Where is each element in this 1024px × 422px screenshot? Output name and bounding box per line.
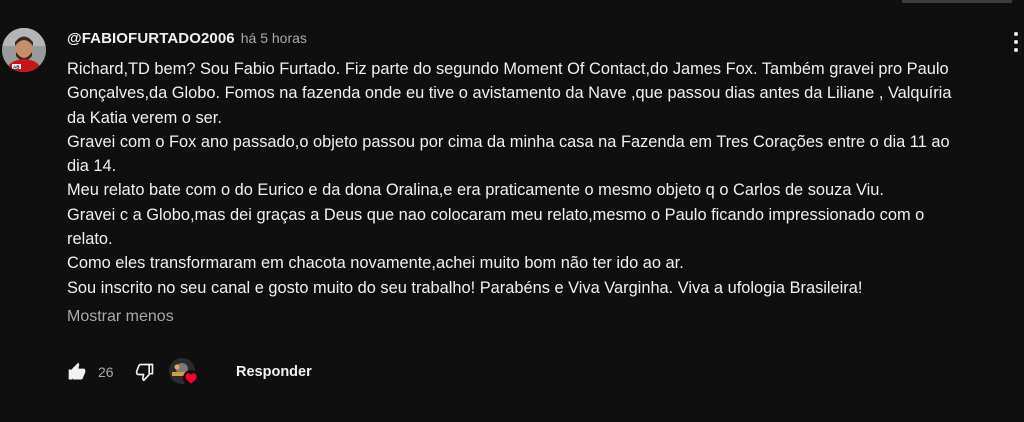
comment: @FABIOFURTADO2006 há 5 horas Richard,TD … bbox=[67, 30, 1022, 329]
creator-heart[interactable] bbox=[168, 356, 202, 388]
comment-header: @FABIOFURTADO2006 há 5 horas bbox=[67, 30, 1022, 52]
comment-line: da Katia verem o ser. bbox=[67, 108, 222, 127]
comment-line: Sou inscrito no seu canal e gosto muito … bbox=[67, 278, 863, 297]
kebab-dot bbox=[1014, 48, 1018, 52]
comment-author[interactable]: @FABIOFURTADO2006 bbox=[67, 30, 235, 47]
comment-line: Como eles transformaram em chacota novam… bbox=[67, 254, 684, 273]
comment-line: relato. bbox=[67, 230, 113, 249]
comment-thread: AB @FABIOFURTADO2006 há 5 horas Richard,… bbox=[0, 0, 1024, 422]
reply-button[interactable]: Responder bbox=[232, 358, 316, 386]
svg-text:AB: AB bbox=[13, 65, 20, 70]
comment-line: Gravei com o Fox ano passado,o objeto pa… bbox=[67, 132, 950, 151]
kebab-dot bbox=[1014, 40, 1018, 44]
comment-body: Richard,TD bem? Sou Fabio Furtado. Fiz p… bbox=[67, 57, 1022, 300]
show-less-button[interactable]: Mostrar menos bbox=[67, 305, 1022, 329]
scroll-indicator bbox=[902, 0, 1012, 3]
comment-line: Gravei c a Globo,mas dei graças a Deus q… bbox=[67, 205, 925, 224]
comment-line: dia 14. bbox=[67, 157, 117, 176]
comment-timestamp[interactable]: há 5 horas bbox=[241, 30, 307, 46]
creator-heart-icon bbox=[183, 370, 199, 386]
like-count: 26 bbox=[98, 364, 114, 380]
like-button[interactable] bbox=[66, 361, 88, 383]
comment-line: Meu relato bate com o do Eurico e da don… bbox=[67, 181, 884, 200]
avatar[interactable]: AB bbox=[2, 28, 46, 72]
comment-line: Gonçalves,da Globo. Fomos na fazenda ond… bbox=[67, 84, 952, 103]
comment-line: Richard,TD bem? Sou Fabio Furtado. Fiz p… bbox=[67, 60, 949, 78]
thumb-down-icon bbox=[135, 363, 154, 382]
more-vert-icon[interactable] bbox=[1006, 28, 1024, 56]
thumb-up-icon bbox=[68, 362, 86, 380]
comment-actions: 26 Responder bbox=[66, 356, 316, 388]
avatar-image: AB bbox=[2, 28, 46, 72]
kebab-dot bbox=[1014, 32, 1018, 36]
dislike-button[interactable] bbox=[134, 361, 156, 383]
